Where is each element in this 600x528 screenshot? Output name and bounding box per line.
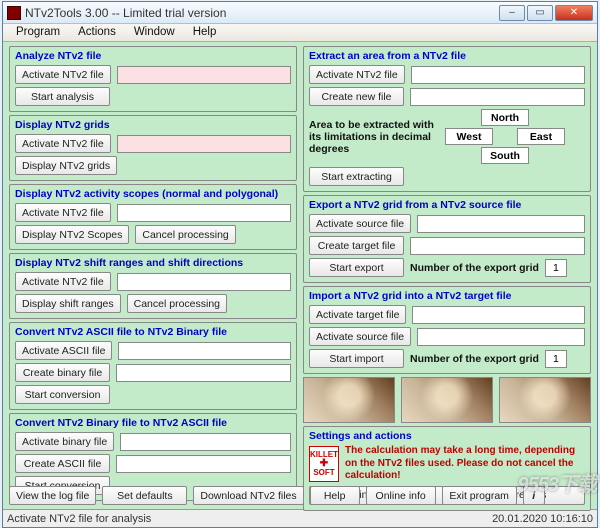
display-shift-button[interactable]: Display shift ranges [15,294,121,313]
thumbnail-2 [401,377,493,423]
display-grids-button[interactable]: Display NTv2 grids [15,156,117,175]
direction-grid: North West East South [445,109,565,164]
import-grid-label: Number of the export grid [410,353,539,365]
group-title-binary-to-ascii: Convert NTv2 Binary file to NTv2 ASCII f… [15,417,291,429]
menu-window[interactable]: Window [125,24,184,41]
killetsoft-logo: KILLET ✚ SOFT [309,446,339,482]
create-binary-button[interactable]: Create binary file [15,363,110,382]
status-text: Activate NTv2 file for analysis [7,513,492,525]
logo-line-2: SOFT [313,469,334,477]
export-source-field[interactable] [417,215,585,233]
group-title-ascii-to-binary: Convert NTv2 ASCII file to NTv2 Binary f… [15,326,291,338]
close-button[interactable]: ✕ [555,5,593,21]
start-extract-button[interactable]: Start extracting [309,167,404,186]
grids-file-field[interactable] [117,135,291,153]
extract-area-label: Area to be extracted with its limitation… [309,119,439,155]
activate-binary-button[interactable]: Activate binary file [15,432,114,451]
download-ntv2-button[interactable]: Download NTv2 files [193,486,303,505]
thumbnail-1 [303,377,395,423]
online-info-button[interactable]: Online info [366,486,436,505]
import-target-button[interactable]: Activate target file [309,305,406,324]
thumbnail-3 [499,377,591,423]
minimize-button[interactable]: – [499,5,525,21]
left-column: Analyze NTv2 file Activate NTv2 file Sta… [9,46,297,480]
start-ascii-to-binary-button[interactable]: Start conversion [15,385,110,404]
import-grid-number[interactable] [545,350,567,368]
analyze-file-field[interactable] [117,66,291,84]
activate-ntv2-extract-button[interactable]: Activate NTv2 file [309,65,405,84]
titlebar: NTv2Tools 3.00 -- Limited trial version … [3,2,597,24]
import-target-field[interactable] [412,306,585,324]
group-title-activity-scopes: Display NTv2 activity scopes (normal and… [15,188,291,200]
east-box[interactable]: East [517,128,565,145]
group-title-settings: Settings and actions [309,430,585,442]
maximize-button[interactable]: ▭ [527,5,553,21]
exit-program-button[interactable]: Exit program [442,486,517,505]
image-row [303,377,591,423]
export-grid-label: Number of the export grid [410,262,539,274]
status-time: 20.01.2020 10:16:10 [492,513,593,525]
binary-source-field[interactable] [120,433,291,451]
activate-ntv2-analyze-button[interactable]: Activate NTv2 file [15,65,111,84]
group-display-grids: Display NTv2 grids Activate NTv2 file Di… [9,115,297,181]
export-source-button[interactable]: Activate source file [309,214,411,233]
start-import-button[interactable]: Start import [309,349,404,368]
menu-actions[interactable]: Actions [69,24,125,41]
help-button[interactable]: Help [310,486,360,505]
group-import: Import a NTv2 grid into a NTv2 target fi… [303,286,591,374]
bottom-bar: View the log file Set defaults Download … [3,482,597,509]
start-analysis-button[interactable]: Start analysis [15,87,110,106]
group-ascii-to-binary: Convert NTv2 ASCII file to NTv2 Binary f… [9,322,297,410]
group-title-display-grids: Display NTv2 grids [15,119,291,131]
ascii-source-field[interactable] [118,342,291,360]
extract-source-field[interactable] [411,66,585,84]
view-log-button[interactable]: View the log file [9,486,96,505]
group-title-analyze: Analyze NTv2 file [15,50,291,62]
import-source-field[interactable] [417,328,585,346]
group-activity-scopes: Display NTv2 activity scopes (normal and… [9,184,297,250]
warning-text: The calculation may take a long time, de… [345,445,585,483]
create-new-file-button[interactable]: Create new file [309,87,404,106]
menubar: Program Actions Window Help [3,24,597,42]
import-source-button[interactable]: Activate source file [309,327,411,346]
shift-file-field[interactable] [117,273,291,291]
start-export-button[interactable]: Start export [309,258,404,277]
group-title-shift-ranges: Display NTv2 shift ranges and shift dire… [15,257,291,269]
group-title-extract: Extract an area from a NTv2 file [309,50,585,62]
menu-help[interactable]: Help [184,24,226,41]
app-icon [7,6,21,20]
set-defaults-button[interactable]: Set defaults [102,486,187,505]
binary-target-field[interactable] [116,364,291,382]
activate-ntv2-scopes-button[interactable]: Activate NTv2 file [15,203,111,222]
west-box[interactable]: West [445,128,493,145]
group-extract: Extract an area from a NTv2 file Activat… [303,46,591,192]
activate-ntv2-shift-button[interactable]: Activate NTv2 file [15,272,111,291]
export-target-field[interactable] [410,237,585,255]
export-target-button[interactable]: Create target file [309,236,404,255]
scopes-file-field[interactable] [117,204,291,222]
display-scopes-button[interactable]: Display NTv2 Scopes [15,225,129,244]
group-export: Export a NTv2 grid from a NTv2 source fi… [303,195,591,283]
window-title: NTv2Tools 3.00 -- Limited trial version [25,6,497,20]
south-box[interactable]: South [481,147,529,164]
activate-ascii-button[interactable]: Activate ASCII file [15,341,112,360]
export-grid-number[interactable] [545,259,567,277]
activate-ntv2-grids-button[interactable]: Activate NTv2 file [15,134,111,153]
extract-target-field[interactable] [410,88,585,106]
group-analyze: Analyze NTv2 file Activate NTv2 file Sta… [9,46,297,112]
group-title-export: Export a NTv2 grid from a NTv2 source fi… [309,199,585,211]
group-title-import: Import a NTv2 grid into a NTv2 target fi… [309,290,585,302]
menu-program[interactable]: Program [7,24,69,41]
cancel-scopes-button[interactable]: Cancel processing [135,225,235,244]
right-column: Extract an area from a NTv2 file Activat… [303,46,591,480]
create-ascii-button[interactable]: Create ASCII file [15,454,110,473]
ascii-target-field[interactable] [116,455,291,473]
north-box[interactable]: North [481,109,529,126]
group-shift-ranges: Display NTv2 shift ranges and shift dire… [9,253,297,319]
info-button[interactable]: i [523,486,545,505]
cancel-shift-button[interactable]: Cancel processing [127,294,227,313]
